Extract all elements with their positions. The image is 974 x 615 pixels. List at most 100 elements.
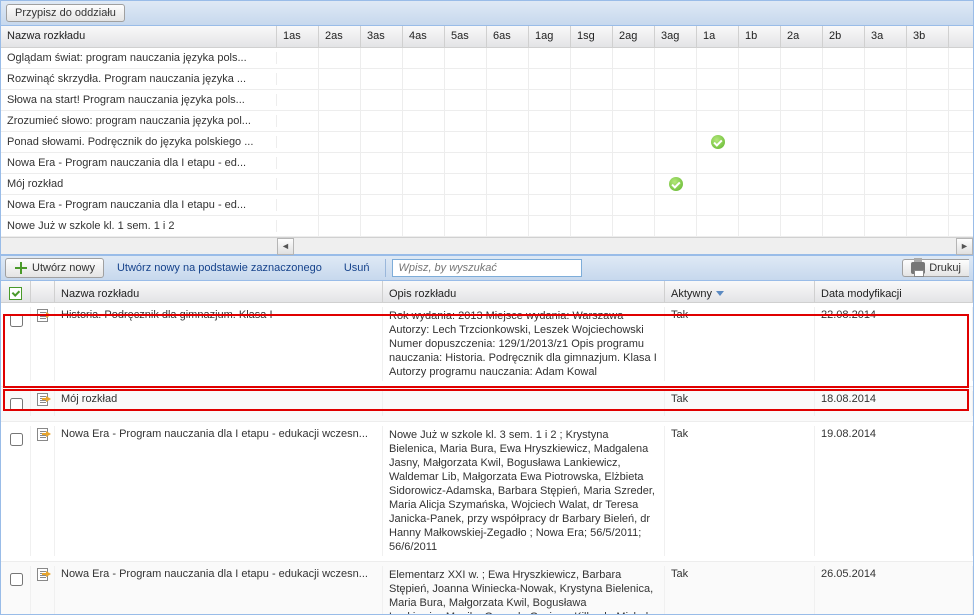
class-cell[interactable]: [529, 153, 571, 174]
class-cell[interactable]: [907, 153, 949, 174]
col-header-class[interactable]: 1ag: [529, 26, 571, 47]
col-header-plan-name[interactable]: Nazwa rozkładu: [55, 281, 383, 302]
class-cell[interactable]: [361, 174, 403, 195]
class-cell[interactable]: [487, 174, 529, 195]
class-cell[interactable]: [571, 69, 613, 90]
class-cell[interactable]: [739, 69, 781, 90]
class-cell[interactable]: [487, 132, 529, 153]
col-header-class[interactable]: 1sg: [571, 26, 613, 47]
class-cell[interactable]: [781, 48, 823, 69]
class-cell[interactable]: [697, 69, 739, 90]
class-cell[interactable]: [865, 111, 907, 132]
col-header-date[interactable]: Data modyfikacji: [815, 281, 973, 302]
class-cell[interactable]: [445, 174, 487, 195]
print-button[interactable]: Drukuj: [902, 259, 969, 277]
class-cell[interactable]: [487, 111, 529, 132]
class-cell[interactable]: [781, 111, 823, 132]
class-cell[interactable]: [277, 48, 319, 69]
col-header-class[interactable]: 3b: [907, 26, 949, 47]
class-cell[interactable]: [655, 132, 697, 153]
class-cell[interactable]: [907, 195, 949, 216]
class-cell[interactable]: [655, 195, 697, 216]
create-new-button[interactable]: Utwórz nowy: [5, 258, 104, 278]
class-cell[interactable]: [613, 90, 655, 111]
class-cell[interactable]: [823, 195, 865, 216]
class-cell[interactable]: [739, 111, 781, 132]
class-cell[interactable]: [361, 90, 403, 111]
class-cell[interactable]: [319, 132, 361, 153]
class-cell[interactable]: [445, 132, 487, 153]
class-cell[interactable]: [655, 111, 697, 132]
class-cell[interactable]: [781, 69, 823, 90]
assignment-row[interactable]: Zrozumieć słowo: program nauczania język…: [1, 111, 973, 132]
scroll-left-button[interactable]: ◄: [277, 238, 294, 255]
assignment-row[interactable]: Mój rozkład: [1, 174, 973, 195]
class-cell[interactable]: [571, 48, 613, 69]
class-cell[interactable]: [277, 195, 319, 216]
class-cell[interactable]: [823, 174, 865, 195]
class-cell[interactable]: [487, 216, 529, 237]
class-cell[interactable]: [823, 153, 865, 174]
class-cell[interactable]: [319, 90, 361, 111]
class-cell[interactable]: [319, 216, 361, 237]
col-header-plan-desc[interactable]: Opis rozkładu: [383, 281, 665, 302]
class-cell[interactable]: [781, 216, 823, 237]
class-cell[interactable]: [487, 153, 529, 174]
class-cell[interactable]: [487, 69, 529, 90]
class-cell[interactable]: [529, 111, 571, 132]
class-cell[interactable]: [319, 111, 361, 132]
col-header-class[interactable]: 2b: [823, 26, 865, 47]
col-header-class[interactable]: 1as: [277, 26, 319, 47]
class-cell[interactable]: [529, 48, 571, 69]
class-cell[interactable]: [361, 48, 403, 69]
class-cell[interactable]: [655, 69, 697, 90]
class-cell[interactable]: [277, 69, 319, 90]
class-cell[interactable]: [655, 153, 697, 174]
class-cell[interactable]: [361, 153, 403, 174]
class-cell[interactable]: [487, 90, 529, 111]
col-header-class[interactable]: 3a: [865, 26, 907, 47]
class-cell[interactable]: [739, 174, 781, 195]
col-header-class[interactable]: 3ag: [655, 26, 697, 47]
class-cell[interactable]: [529, 132, 571, 153]
class-cell[interactable]: [445, 90, 487, 111]
class-cell[interactable]: [277, 90, 319, 111]
class-cell[interactable]: [907, 174, 949, 195]
class-cell[interactable]: [319, 69, 361, 90]
class-cell[interactable]: [319, 195, 361, 216]
class-cell[interactable]: [613, 132, 655, 153]
class-cell[interactable]: [403, 48, 445, 69]
assignment-row[interactable]: Oglądam świat: program nauczania języka …: [1, 48, 973, 69]
col-header-class[interactable]: 1a: [697, 26, 739, 47]
col-header-class[interactable]: 5as: [445, 26, 487, 47]
class-cell[interactable]: [613, 69, 655, 90]
class-cell[interactable]: [403, 90, 445, 111]
class-cell[interactable]: [865, 90, 907, 111]
class-cell[interactable]: [655, 90, 697, 111]
class-cell[interactable]: [529, 174, 571, 195]
class-cell[interactable]: [907, 216, 949, 237]
class-cell[interactable]: [739, 195, 781, 216]
class-cell[interactable]: [361, 111, 403, 132]
col-header-checkbox[interactable]: [1, 281, 31, 302]
class-cell[interactable]: [697, 111, 739, 132]
class-cell[interactable]: [571, 153, 613, 174]
col-header-class[interactable]: 2ag: [613, 26, 655, 47]
class-cell[interactable]: [781, 195, 823, 216]
class-cell[interactable]: [739, 153, 781, 174]
row-checkbox[interactable]: [10, 314, 23, 327]
assignment-row[interactable]: Ponad słowami. Podręcznik do języka pols…: [1, 132, 973, 153]
class-cell[interactable]: [487, 48, 529, 69]
class-cell[interactable]: [781, 90, 823, 111]
class-cell[interactable]: [361, 195, 403, 216]
class-cell[interactable]: [277, 153, 319, 174]
row-checkbox[interactable]: [10, 573, 23, 586]
table-row[interactable]: Nowa Era - Program nauczania dla I etapu…: [1, 562, 973, 615]
class-cell[interactable]: [445, 216, 487, 237]
class-cell[interactable]: [571, 90, 613, 111]
class-cell[interactable]: [277, 132, 319, 153]
class-cell[interactable]: [655, 48, 697, 69]
class-cell[interactable]: [613, 216, 655, 237]
class-cell[interactable]: [403, 216, 445, 237]
class-cell[interactable]: [277, 174, 319, 195]
